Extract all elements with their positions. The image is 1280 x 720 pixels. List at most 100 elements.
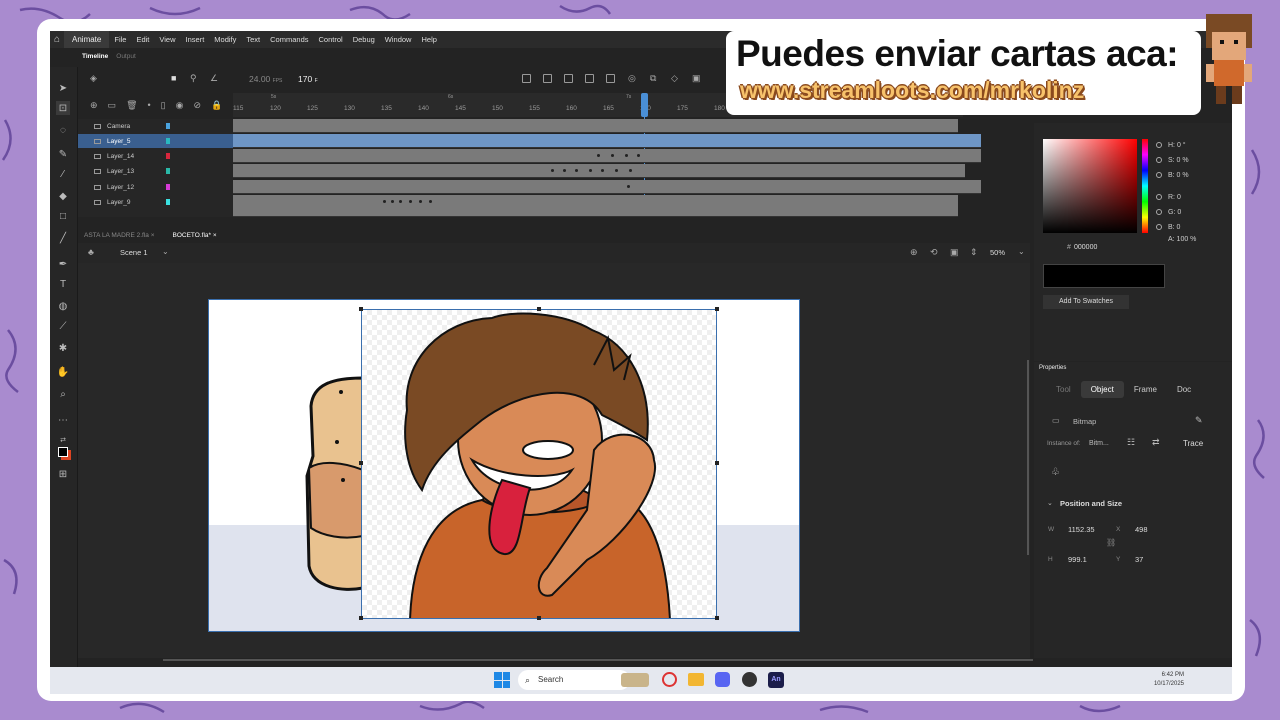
scene-name[interactable]: Scene 1	[120, 248, 148, 257]
layer-color-chip[interactable]	[166, 168, 170, 174]
highlight-icon[interactable]: •	[148, 100, 151, 111]
adjust-icon[interactable]: ☷	[1127, 437, 1135, 448]
keyframe[interactable]	[399, 200, 402, 203]
frame-span-layer-5[interactable]	[233, 134, 981, 148]
line-tool-icon[interactable]: ╱	[56, 231, 70, 245]
keyframe[interactable]	[615, 169, 618, 172]
stroke-fill-swatch-icon[interactable]	[56, 445, 70, 459]
blue-value[interactable]: B: 0	[1156, 224, 1180, 231]
width-value[interactable]: 1152.35	[1068, 525, 1095, 534]
height-value[interactable]: 999.1	[1068, 555, 1087, 564]
current-frame[interactable]: 170 F	[298, 74, 318, 84]
menu-control[interactable]: Control	[314, 35, 348, 44]
center-stage-icon[interactable]: ⊕	[910, 247, 918, 258]
file-explorer-icon[interactable]	[688, 673, 704, 686]
resize-handle[interactable]	[715, 616, 719, 620]
tab-tool[interactable]: Tool	[1046, 381, 1081, 398]
delete-layer-icon[interactable]: 🗑	[126, 100, 137, 111]
resize-handle[interactable]	[537, 616, 541, 620]
layers-stack-icon[interactable]: ◈	[90, 73, 97, 84]
paint-brush-icon[interactable]: ⁄	[56, 167, 70, 181]
doc-tab-asta[interactable]: ASTA LA MADRE 2.fla ×	[84, 232, 155, 239]
rectangle-tool-icon[interactable]: □	[56, 209, 70, 223]
zoom-stepper-icon[interactable]: ⇕	[970, 247, 978, 258]
resize-handle[interactable]	[359, 307, 363, 311]
insert-keyframe-icon[interactable]: ▣	[692, 73, 701, 84]
resize-handle[interactable]	[359, 461, 363, 465]
trace-button[interactable]: Trace	[1183, 439, 1203, 448]
eyedropper-icon[interactable]: ⟋	[56, 319, 70, 333]
keyframe[interactable]	[429, 200, 432, 203]
resize-handle[interactable]	[715, 307, 719, 311]
home-icon[interactable]: ⌂	[50, 31, 64, 48]
tab-doc[interactable]: Doc	[1167, 381, 1201, 398]
layer-color-chip[interactable]	[166, 184, 170, 190]
club-icon[interactable]: ♧	[1051, 467, 1060, 478]
layer-row-layer-12[interactable]: Layer_12	[78, 180, 233, 194]
add-to-swatches-button[interactable]: Add To Swatches	[1043, 295, 1129, 309]
tween-icon[interactable]: ◇	[671, 73, 678, 84]
swap-icon[interactable]: ⇄	[1152, 437, 1160, 448]
tab-object[interactable]: Object	[1080, 381, 1124, 398]
layer-color-chip[interactable]	[166, 199, 170, 205]
keyframe[interactable]	[383, 200, 386, 203]
frame-span-layer-12[interactable]	[233, 180, 981, 194]
chevron-down-icon[interactable]: ⌄	[1047, 499, 1053, 507]
new-layer-icon[interactable]: ⊕	[90, 100, 98, 111]
frame-span-layer-9[interactable]	[233, 195, 958, 217]
system-clock[interactable]: 6:42 PM 10/17/2025	[1154, 671, 1184, 689]
alpha-value[interactable]: A: 100 %	[1168, 236, 1196, 243]
windows-start-icon[interactable]	[494, 672, 510, 688]
clip-content-icon[interactable]: ▣	[950, 247, 959, 258]
keyframe[interactable]	[597, 154, 600, 157]
hue-value[interactable]: H: 0 °	[1156, 142, 1186, 149]
more-tools-icon[interactable]: ⋯	[56, 413, 70, 427]
app-icon-red[interactable]	[662, 672, 677, 687]
pen-tool-icon[interactable]: ✒	[56, 257, 70, 271]
resize-handle[interactable]	[537, 307, 541, 311]
selection-tool-icon[interactable]: ➤	[56, 81, 70, 95]
taskbar-search[interactable]: ⌕ Search	[518, 670, 630, 690]
zoom-level[interactable]: 50%	[990, 248, 1005, 257]
keyframe[interactable]	[601, 169, 604, 172]
play-button[interactable]	[564, 74, 573, 83]
transform-tool-icon[interactable]: ⊞	[56, 467, 70, 481]
brightness-value[interactable]: B: 0 %	[1156, 172, 1189, 179]
layer-color-chip[interactable]	[166, 138, 170, 144]
keyframe[interactable]	[575, 169, 578, 172]
menu-view[interactable]: View	[154, 35, 180, 44]
fps-value[interactable]: 24.00 FPS	[249, 74, 282, 84]
keyframe[interactable]	[419, 200, 422, 203]
lock-icon[interactable]: 🔒	[211, 100, 222, 111]
menu-edit[interactable]: Edit	[131, 35, 154, 44]
frame-span-camera[interactable]	[233, 119, 958, 133]
layer-row-camera[interactable]: Camera	[78, 119, 233, 133]
eraser-tool-icon[interactable]: ◆	[56, 189, 70, 203]
widgets-icon[interactable]	[621, 673, 649, 687]
outline-icon[interactable]: ▯	[161, 100, 166, 111]
position-size-section[interactable]: Position and Size	[1060, 499, 1122, 508]
menu-file[interactable]: File	[109, 35, 131, 44]
layer-row-layer-13[interactable]: Layer_13	[78, 164, 233, 178]
menu-window[interactable]: Window	[380, 35, 417, 44]
subselection-tool-icon[interactable]: ⊡	[56, 101, 70, 115]
keyframe[interactable]	[563, 169, 566, 172]
link-icon[interactable]: ⛓	[1106, 538, 1116, 547]
layer-row-layer-5[interactable]: Layer_5	[78, 134, 233, 148]
tab-frame[interactable]: Frame	[1124, 381, 1167, 398]
frame-span-layer-13[interactable]	[233, 164, 965, 178]
onion-skin-icon[interactable]: ◎	[628, 73, 636, 84]
horizontal-scrollbar[interactable]	[163, 659, 1033, 661]
obs-icon[interactable]	[742, 672, 757, 687]
keyframe[interactable]	[625, 154, 628, 157]
pin-tool-icon[interactable]: ✱	[56, 341, 70, 355]
layer-row-layer-14[interactable]: Layer_14	[78, 149, 233, 163]
color-picker-field[interactable]	[1043, 139, 1137, 233]
layer-color-chip[interactable]	[166, 153, 170, 159]
green-value[interactable]: G: 0	[1156, 209, 1181, 216]
menu-insert[interactable]: Insert	[181, 35, 210, 44]
saturation-value[interactable]: S: 0 %	[1156, 157, 1189, 164]
selected-bitmap[interactable]	[361, 309, 717, 619]
keyframe[interactable]	[629, 169, 632, 172]
menu-commands[interactable]: Commands	[265, 35, 313, 44]
